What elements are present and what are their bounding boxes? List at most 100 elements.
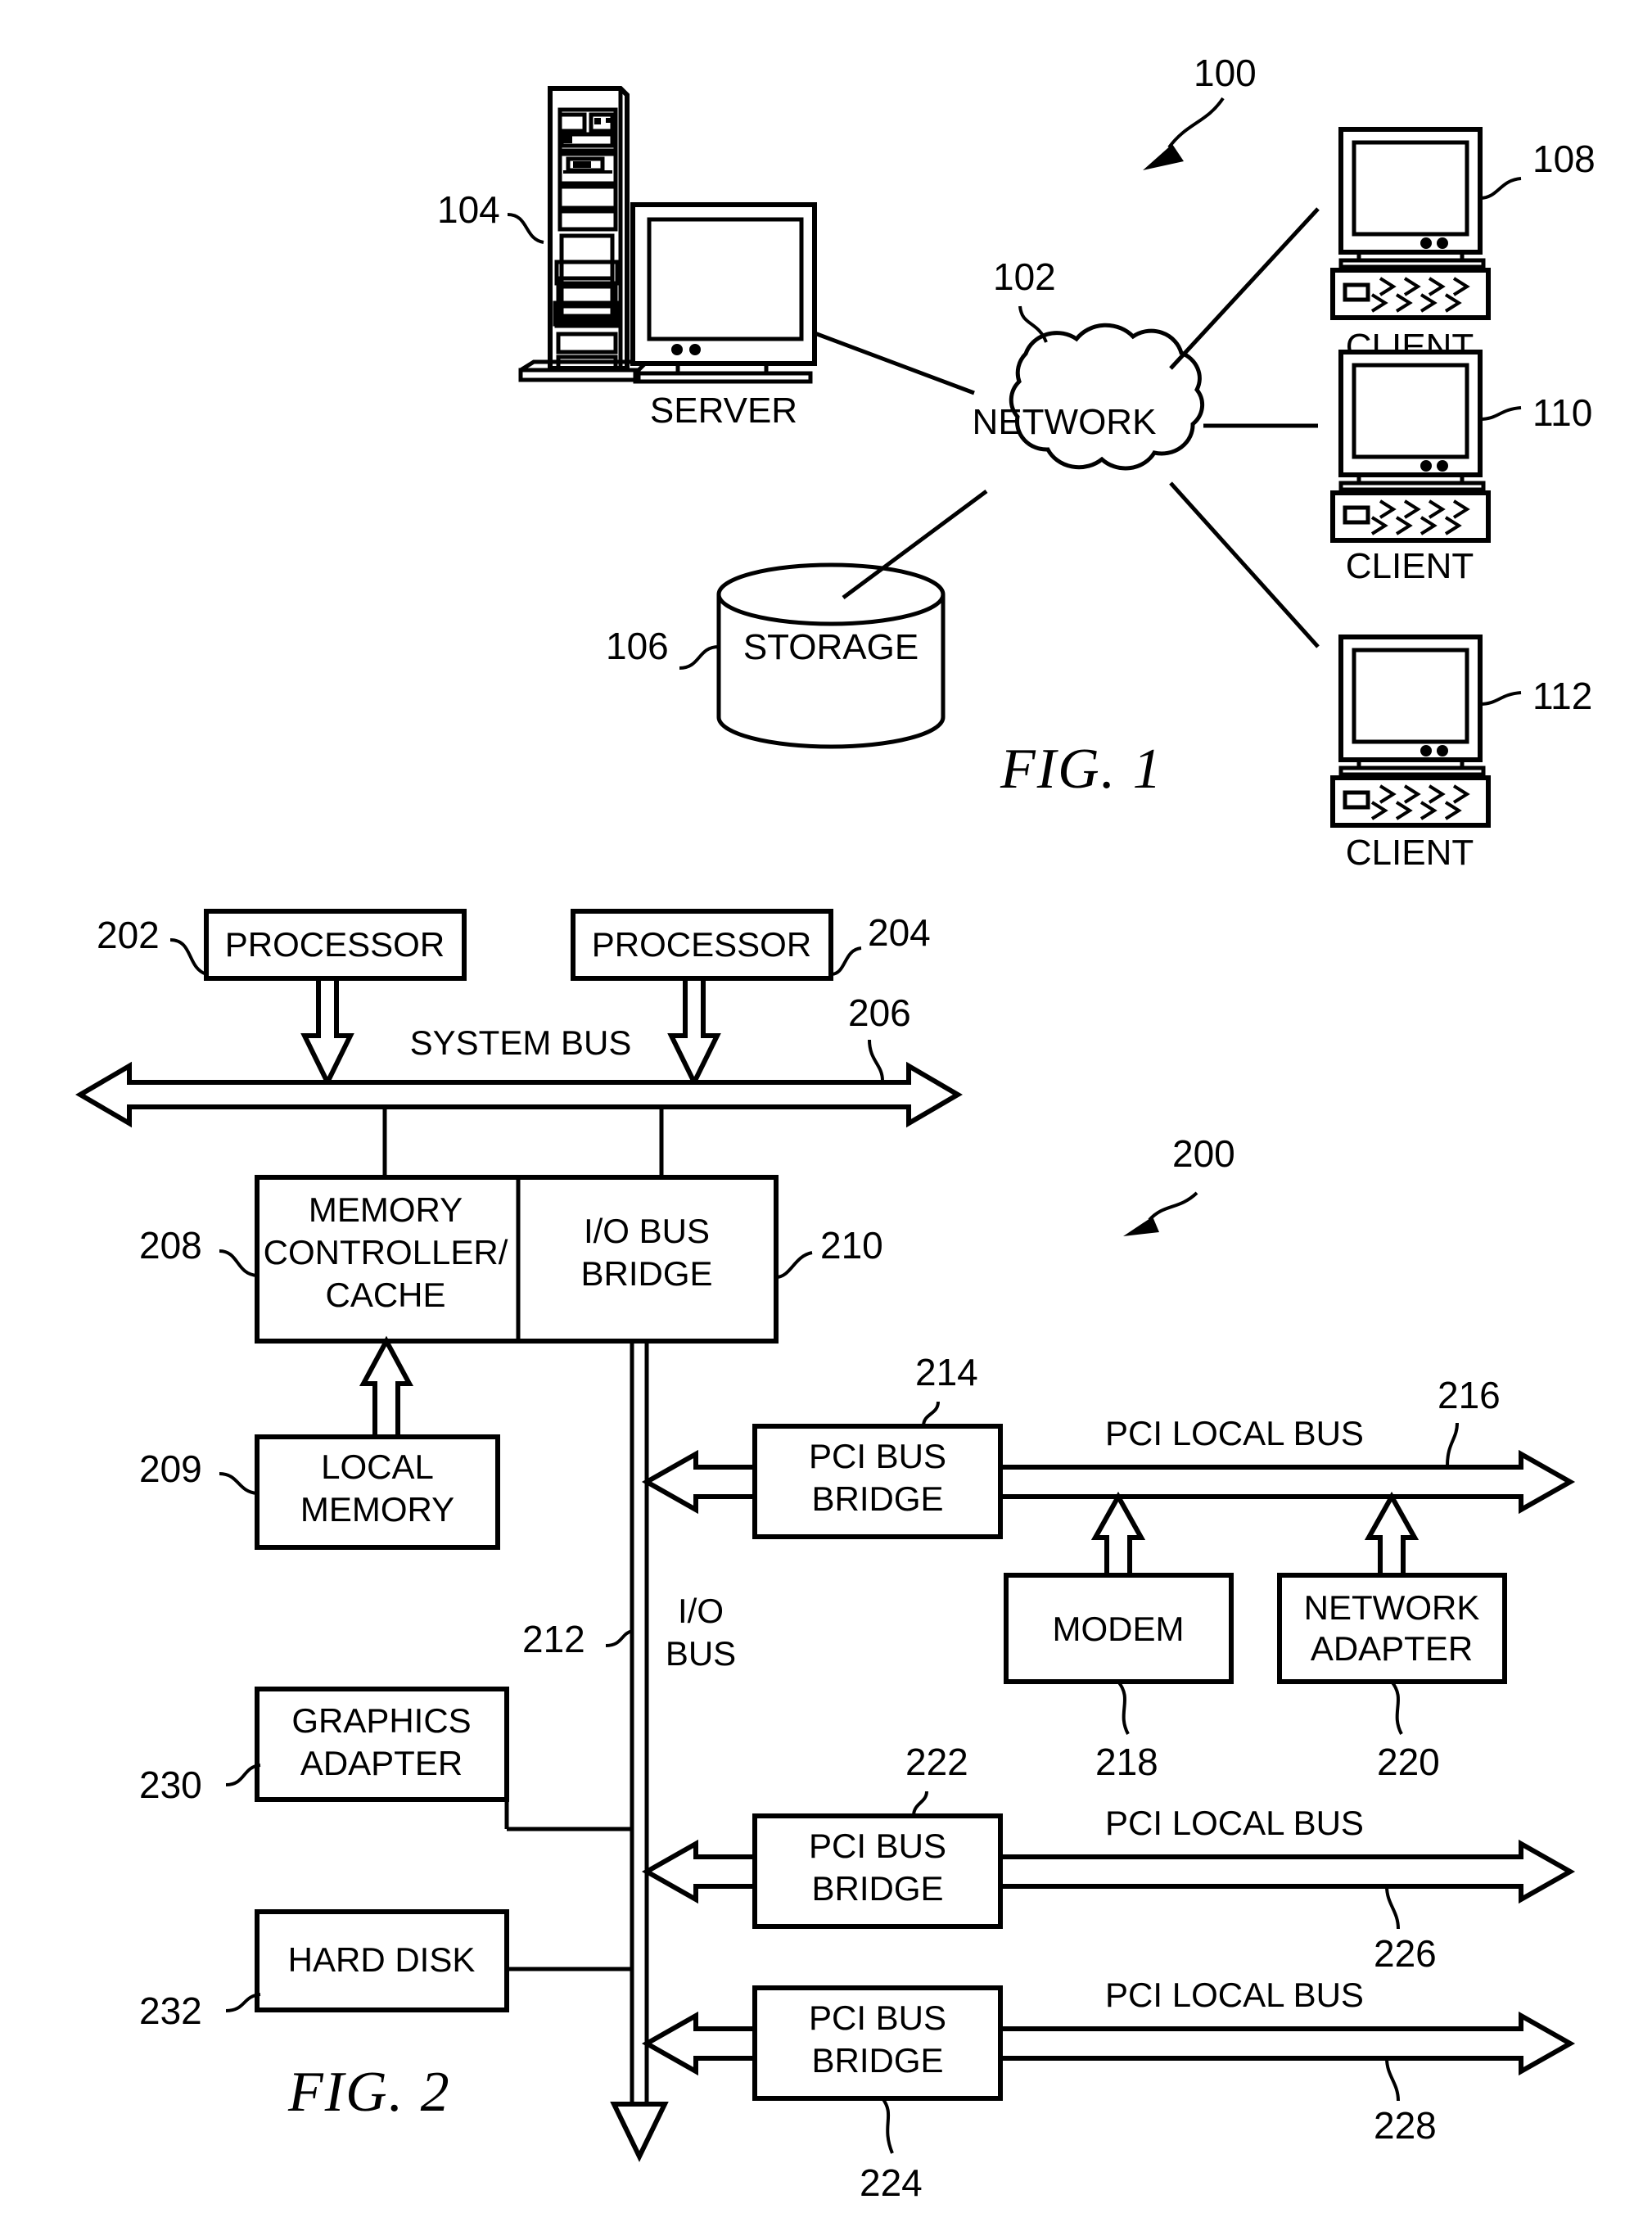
pci-bridge-224-line2: BRIDGE — [811, 2041, 943, 2080]
network-adapter-line1: NETWORK — [1304, 1588, 1480, 1627]
figure-2-caption: FIG. 2 — [287, 2061, 451, 2124]
modem-to-bus-arrow — [1090, 1491, 1146, 1578]
ref-106-label: 106 — [606, 625, 669, 667]
pci-local-bus-226-label: PCI LOCAL BUS — [1105, 1804, 1364, 1842]
pci-bridge-224-to-io-bus-arrow — [641, 2011, 757, 2076]
ref-104-label: 104 — [437, 188, 500, 231]
client-112-caption: CLIENT — [1346, 833, 1474, 873]
ref-112-callout: 112 — [1479, 675, 1592, 717]
io-bus-line2: BUS — [666, 1634, 736, 1673]
ref-226-label: 226 — [1374, 1932, 1437, 1975]
graphics-adapter-line1: GRAPHICS — [291, 1701, 471, 1740]
ref-222-callout: 222 — [905, 1741, 968, 1817]
memory-controller-line1: MEMORY — [309, 1190, 463, 1229]
ref-214-label: 214 — [915, 1351, 978, 1393]
server-monitor-icon — [630, 202, 817, 384]
io-bus-bridge-line1: I/O BUS — [584, 1212, 710, 1250]
network-cloud-icon: NETWORK — [973, 323, 1205, 471]
ref-206-callout: 206 — [848, 991, 911, 1082]
ref-108-callout: 108 — [1479, 138, 1596, 200]
memory-controller-line2: CONTROLLER/ — [264, 1233, 508, 1271]
network-label: NETWORK — [973, 402, 1157, 442]
ref-212-callout: 212 — [522, 1618, 633, 1660]
ref-206-label: 206 — [848, 991, 911, 1034]
ref-204-label: 204 — [868, 911, 931, 954]
processor-202-bus-arrow — [300, 976, 354, 1088]
ref-204-callout: 204 — [830, 911, 931, 976]
pci-local-bus-216-arrow — [998, 1449, 1576, 1515]
client-112-icon: CLIENT — [1330, 635, 1491, 873]
ref-220-callout: 220 — [1377, 1680, 1440, 1783]
ref-112-label: 112 — [1532, 675, 1592, 717]
network-adapter-line2: ADAPTER — [1311, 1629, 1473, 1668]
ref-102-label: 102 — [993, 255, 1056, 298]
network-adapter-to-bus-arrow — [1364, 1491, 1420, 1578]
local-memory-line2: MEMORY — [300, 1490, 454, 1529]
ref-230-callout: 230 — [139, 1764, 261, 1806]
ref-216-callout: 216 — [1438, 1374, 1501, 1466]
system-bus-label: SYSTEM BUS — [410, 1023, 632, 1062]
modem-label: MODEM — [1053, 1610, 1185, 1648]
ref-208-callout: 208 — [139, 1224, 258, 1277]
ref-210-callout: 210 — [775, 1224, 883, 1279]
figure-1-caption: FIG. 1 — [1000, 738, 1163, 801]
pci-bridge-214-to-io-bus-arrow — [641, 1449, 757, 1515]
io-bus-line1: I/O — [678, 1592, 724, 1630]
pci-bridge-214-line2: BRIDGE — [811, 1479, 943, 1518]
ref-100-label: 100 — [1194, 52, 1257, 94]
ref-224-callout: 224 — [860, 2097, 923, 2204]
ref-210-label: 210 — [820, 1224, 883, 1267]
ref-209-callout: 209 — [139, 1447, 258, 1495]
io-bus-vertical — [610, 1341, 669, 2162]
storage-cylinder-icon: STORAGE — [716, 562, 946, 749]
patent-drawing-page: 100 SERVER 104 NETWORK 102 STORAGE 106 C… — [0, 0, 1652, 2222]
ref-202-callout: 202 — [97, 914, 207, 976]
ref-102-callout: 102 — [993, 255, 1056, 343]
figure-1-and-2-drawing: 100 SERVER 104 NETWORK 102 STORAGE 106 C… — [75, 52, 1596, 2204]
pci-local-bus-228-label: PCI LOCAL BUS — [1105, 1976, 1364, 2014]
ref-106-callout: 106 — [606, 625, 720, 670]
ref-200-label: 200 — [1172, 1132, 1235, 1175]
memory-controller-line3: CACHE — [325, 1276, 445, 1314]
ref-218-callout: 218 — [1095, 1680, 1158, 1783]
ref-104-callout: 104 — [437, 188, 544, 244]
client-110-caption: CLIENT — [1346, 546, 1474, 586]
ref-232-callout: 232 — [139, 1989, 261, 2032]
pci-local-bus-228-arrow — [998, 2011, 1576, 2076]
ref-224-label: 224 — [860, 2161, 923, 2204]
ref-209-label: 209 — [139, 1447, 202, 1490]
local-memory-arrow — [359, 1335, 414, 1439]
ref-228-label: 228 — [1374, 2104, 1437, 2147]
pci-bridge-222-line2: BRIDGE — [811, 1869, 943, 1908]
fig1-system-ref-callout: 100 — [1143, 52, 1257, 170]
ref-202-label: 202 — [97, 914, 160, 956]
local-memory-line1: LOCAL — [321, 1447, 434, 1486]
ref-218-label: 218 — [1095, 1741, 1158, 1783]
ref-110-label: 110 — [1532, 391, 1592, 434]
pci-local-bus-226-arrow — [998, 1839, 1576, 1904]
ref-110-callout: 110 — [1479, 391, 1592, 434]
ref-228-callout: 228 — [1374, 2057, 1437, 2147]
hard-disk-label: HARD DISK — [288, 1940, 476, 1979]
client-108-icon: CLIENT — [1330, 127, 1491, 367]
processor-202-label: PROCESSOR — [225, 925, 445, 964]
storage-label: STORAGE — [743, 627, 919, 667]
server-caption: SERVER — [650, 391, 797, 431]
ref-208-label: 208 — [139, 1224, 202, 1267]
processor-204-bus-arrow — [667, 976, 721, 1088]
ref-214-callout: 214 — [915, 1351, 978, 1427]
ref-108-label: 108 — [1532, 138, 1596, 180]
fig2-system-ref-callout: 200 — [1123, 1132, 1235, 1236]
system-bus-arrow — [75, 1061, 963, 1128]
pci-local-bus-216-label: PCI LOCAL BUS — [1105, 1414, 1364, 1452]
pci-bridge-224-line1: PCI BUS — [809, 1998, 946, 2037]
graphics-adapter-line2: ADAPTER — [300, 1744, 463, 1782]
processor-204-label: PROCESSOR — [592, 925, 811, 964]
ref-216-label: 216 — [1438, 1374, 1501, 1416]
client-110-icon: CLIENT — [1330, 350, 1491, 586]
ref-230-label: 230 — [139, 1764, 202, 1806]
pci-bridge-222-to-io-bus-arrow — [641, 1839, 757, 1904]
server-tower-icon — [518, 86, 652, 382]
pci-bridge-214-line1: PCI BUS — [809, 1437, 946, 1475]
pci-bridge-222-line1: PCI BUS — [809, 1827, 946, 1865]
